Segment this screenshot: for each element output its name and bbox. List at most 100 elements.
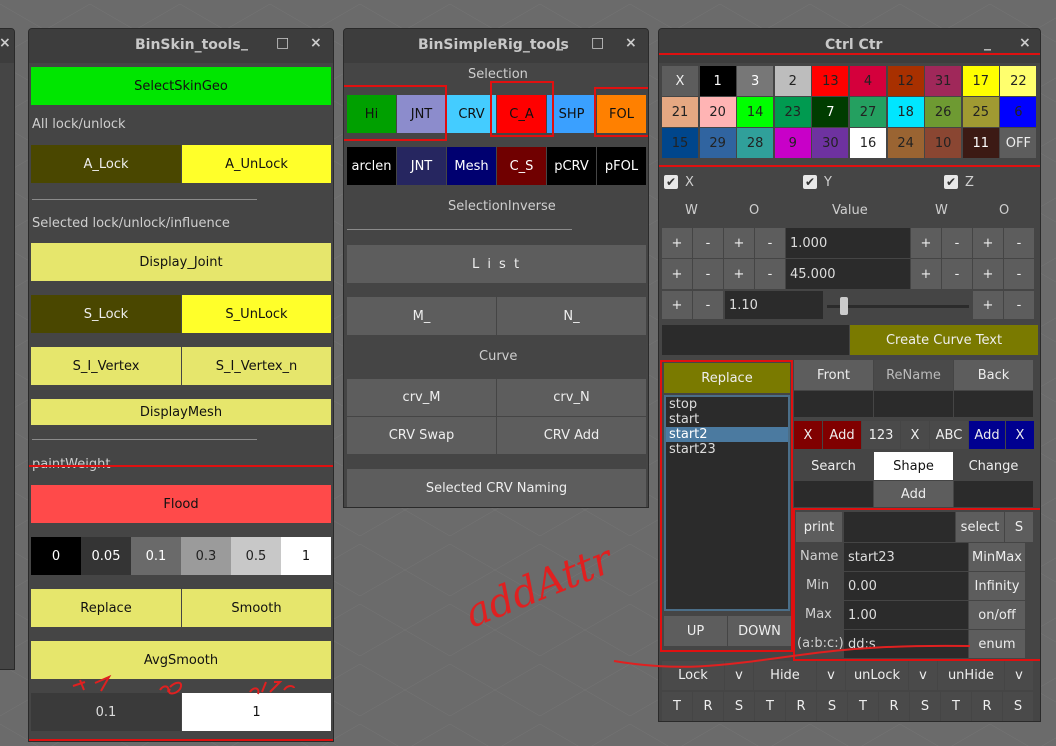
color-swatch[interactable]: 15 (662, 128, 698, 158)
select-skin-geo-button[interactable]: SelectSkinGeo (31, 67, 331, 105)
search-input[interactable] (794, 481, 873, 507)
a-unlock-button[interactable]: A_UnLock (182, 145, 331, 183)
plus-button[interactable]: + (724, 228, 754, 258)
close-icon[interactable]: × (1019, 35, 1031, 51)
color-swatch[interactable]: 20 (699, 97, 736, 127)
minimize-icon[interactable]: _ (556, 35, 563, 51)
color-swatch[interactable]: 26 (925, 97, 962, 127)
color-swatch[interactable]: 27 (850, 97, 886, 127)
shape-add-button[interactable]: Add (874, 481, 953, 507)
unlock-menu-button[interactable]: v (909, 661, 937, 690)
trs-toggle-button[interactable]: S (1003, 692, 1033, 721)
plus-button[interactable]: + (911, 228, 941, 258)
suffix-add-button[interactable]: Add (969, 421, 1005, 449)
color-swatch[interactable]: 31 (925, 66, 962, 96)
trs-toggle-button[interactable]: T (848, 692, 878, 721)
replace-button[interactable]: Replace (664, 363, 790, 393)
weight-03-button[interactable]: 0.3 (181, 537, 231, 575)
print-button[interactable]: print (796, 512, 842, 542)
enum-field[interactable]: dd:s (844, 630, 968, 658)
back-button[interactable]: Back (954, 360, 1033, 390)
lock-button[interactable]: Lock (662, 661, 724, 690)
color-swatch[interactable]: 24 (887, 128, 924, 158)
s-i-vertex-n-button[interactable]: S_I_Vertex_n (182, 347, 331, 385)
prefix-clear-button[interactable]: X (794, 421, 822, 449)
color-swatch[interactable]: 11 (962, 128, 999, 158)
infinity-button[interactable]: Infinity (969, 572, 1025, 600)
crv-m-button[interactable]: crv_M (347, 379, 496, 416)
weight-05-button[interactable]: 0.5 (231, 537, 281, 575)
color-swatch[interactable]: 2 (774, 66, 811, 96)
avg-smooth-button[interactable]: AvgSmooth (31, 641, 331, 679)
change-input[interactable] (954, 481, 1033, 507)
plus-button[interactable]: + (911, 259, 941, 289)
trs-toggle-button[interactable]: T (755, 692, 785, 721)
checkbox-x[interactable]: ✔ (664, 175, 678, 189)
scale-slider-handle[interactable] (840, 297, 848, 315)
rename-button[interactable]: ReName (874, 360, 953, 390)
minimize-icon[interactable]: _ (241, 35, 248, 51)
color-swatch[interactable]: 13 (812, 66, 849, 96)
down-button[interactable]: DOWN (728, 616, 791, 646)
value-a-button[interactable]: 0.1 (31, 693, 181, 731)
tab-shape[interactable]: Shape (874, 452, 953, 480)
up-button[interactable]: UP (664, 616, 727, 646)
arclen-button[interactable]: arclen (347, 147, 396, 185)
number-clear-button[interactable]: X (901, 421, 929, 449)
s-button[interactable]: S (1005, 512, 1033, 542)
value-b-button[interactable]: 1 (182, 693, 331, 731)
color-swatch[interactable]: 17 (962, 66, 999, 96)
flood-button[interactable]: Flood (31, 485, 331, 523)
display-mesh-button[interactable]: DisplayMesh (31, 399, 331, 425)
minus-button[interactable]: - (755, 259, 785, 289)
fol-button[interactable]: FOL (597, 95, 646, 133)
weight-01-button[interactable]: 0.1 (131, 537, 181, 575)
color-swatch[interactable]: 25 (962, 97, 999, 127)
abc-button[interactable]: ABC (930, 421, 968, 449)
hide-menu-button[interactable]: v (817, 661, 845, 690)
scale-field[interactable]: 1.10 (725, 291, 823, 319)
minus-button[interactable]: - (942, 259, 972, 289)
close-icon[interactable]: × (0, 35, 11, 51)
color-swatch[interactable]: 16 (850, 128, 886, 158)
trs-toggle-button[interactable]: T (941, 692, 971, 721)
plus-button[interactable]: + (662, 228, 692, 258)
hi-button[interactable]: Hi (347, 95, 396, 133)
print-input[interactable] (844, 512, 955, 542)
front-input[interactable] (794, 391, 873, 417)
color-swatch[interactable]: 14 (737, 97, 774, 127)
color-swatch[interactable]: 21 (662, 97, 698, 127)
create-curve-text-button[interactable]: Create Curve Text (850, 325, 1038, 355)
pfol-button[interactable]: pFOL (597, 147, 646, 185)
list-item-selected[interactable]: start2 (666, 427, 788, 442)
trs-toggle-button[interactable]: R (972, 692, 1002, 721)
plus-button[interactable]: + (973, 291, 1003, 319)
minus-button[interactable]: - (755, 228, 785, 258)
trs-toggle-button[interactable]: R (879, 692, 909, 721)
c-s-button[interactable]: C_S (497, 147, 546, 185)
suffix-clear-button[interactable]: X (1006, 421, 1034, 449)
trs-toggle-button[interactable]: S (910, 692, 940, 721)
list-item[interactable]: start23 (666, 442, 788, 457)
pcrv-button[interactable]: pCRV (547, 147, 596, 185)
tab-change[interactable]: Change (954, 452, 1033, 480)
s-lock-button[interactable]: S_Lock (31, 295, 181, 333)
name-list[interactable]: stop start start2 start23 (664, 395, 790, 611)
trs-toggle-button[interactable]: R (786, 692, 816, 721)
color-swatch[interactable]: 1 (699, 66, 736, 96)
color-swatch[interactable]: 9 (774, 128, 811, 158)
color-swatch[interactable]: 29 (699, 128, 736, 158)
maximize-icon[interactable]: □ (276, 35, 289, 51)
minus-button[interactable]: - (693, 259, 723, 289)
crv-swap-button[interactable]: CRV Swap (347, 417, 496, 454)
color-swatch[interactable]: 28 (737, 128, 774, 158)
trs-toggle-button[interactable]: R (693, 692, 723, 721)
jnt-button-2[interactable]: JNT (397, 147, 446, 185)
crv-button[interactable]: CRV (447, 95, 496, 133)
max-field[interactable]: 1.00 (844, 601, 968, 629)
plus-button[interactable]: + (973, 259, 1003, 289)
plus-button[interactable]: + (973, 228, 1003, 258)
shp-button[interactable]: SHP (547, 95, 596, 133)
jnt-button[interactable]: JNT (397, 95, 446, 133)
lock-menu-button[interactable]: v (725, 661, 753, 690)
